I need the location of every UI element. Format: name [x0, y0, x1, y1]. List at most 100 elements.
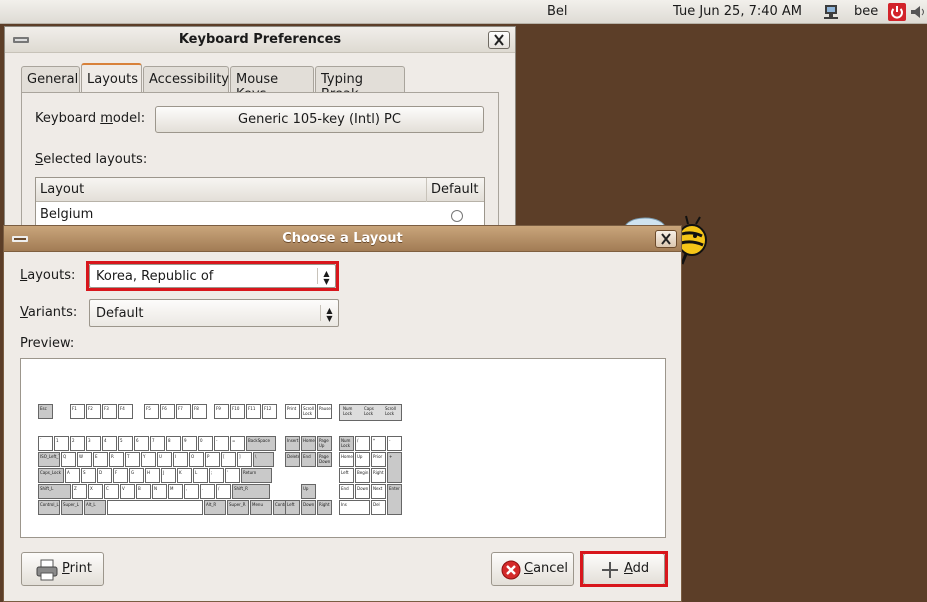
key: /	[216, 484, 231, 499]
key-nav: Home	[301, 436, 316, 451]
selected-layouts-label: Selected layouts:	[35, 152, 148, 167]
key-f2: F2	[86, 404, 101, 419]
key-numpad-enter: Enter	[387, 484, 402, 515]
key: -	[214, 436, 229, 451]
key: BackSpace	[246, 436, 276, 451]
key: ,	[184, 484, 199, 499]
key-numpad: -	[387, 436, 402, 451]
key-nav: End	[301, 452, 316, 467]
key-numpad-ins: Ins	[339, 500, 370, 515]
key: I	[173, 452, 188, 467]
key-f4: F4	[118, 404, 133, 419]
default-radio[interactable]	[451, 210, 463, 222]
printer-icon	[36, 559, 58, 581]
table-header: Layout Default	[36, 178, 484, 202]
choose-layout-titlebar[interactable]: Choose a Layout	[4, 226, 681, 252]
variants-combo[interactable]: Default ▲ ▼	[89, 299, 339, 327]
keyboard-preferences-titlebar[interactable]: Keyboard Preferences	[5, 27, 515, 53]
user-name[interactable]: bee	[854, 4, 878, 19]
network-icon[interactable]	[821, 2, 841, 22]
lock-indicators: Num Lock Caps Lock Scroll Lock	[339, 404, 402, 421]
keyboard-model-value: Generic 105-key (Intl) PC	[238, 112, 401, 127]
key-numpad-plus: +	[387, 452, 402, 483]
table-row[interactable]: Belgium	[36, 202, 484, 226]
key: Return	[241, 468, 272, 483]
key: 8	[166, 436, 181, 451]
key-numpad: Left	[339, 468, 354, 483]
key: J	[161, 468, 176, 483]
key-f10: F10	[230, 404, 245, 419]
key: 7	[150, 436, 165, 451]
tab-general[interactable]: General	[21, 66, 80, 92]
keyboard-preview-pane: Esc F1 F2 F3 F4 F5 F6 F7 F8 F9 F10 F11 F12 Print Scrol…	[20, 358, 666, 538]
key-numpad: Prior	[371, 452, 386, 467]
plus-icon	[602, 562, 618, 578]
key-arrow: Up	[301, 484, 316, 499]
clock[interactable]: Tue Jun 25, 7:40 AM	[673, 4, 802, 19]
key: Y	[141, 452, 156, 467]
key: B	[136, 484, 151, 499]
key: 0	[198, 436, 213, 451]
key: .	[200, 484, 215, 499]
key: G	[129, 468, 144, 483]
tab-accessibility[interactable]: Accessibility	[143, 66, 229, 92]
close-button[interactable]	[655, 230, 677, 248]
key: W	[77, 452, 92, 467]
key-f11: F11	[246, 404, 261, 419]
close-icon	[494, 34, 504, 46]
tab-typing-break[interactable]: Typing Break	[315, 66, 405, 102]
key: Caps_Lock	[38, 468, 64, 483]
column-header-default[interactable]: Default	[426, 178, 484, 202]
key: 4	[102, 436, 117, 451]
keyboard-model-button[interactable]: Generic 105-key (Intl) PC	[155, 106, 484, 133]
cancel-button[interactable]: Cancel	[491, 552, 574, 586]
print-label: Print	[62, 561, 92, 576]
key: Alt_R	[204, 500, 226, 515]
key: Q	[61, 452, 76, 467]
key: 2	[70, 436, 85, 451]
key: Z	[72, 484, 87, 499]
volume-icon[interactable]	[908, 2, 927, 22]
key-arrow: Down	[301, 500, 316, 515]
key: 6	[134, 436, 149, 451]
column-header-layout[interactable]: Layout	[40, 182, 426, 202]
key-numpad: Begin	[355, 468, 370, 483]
preview-label: Preview:	[20, 336, 75, 351]
tab-layouts[interactable]: Layouts	[81, 63, 142, 93]
row-layout-name: Belgium	[40, 207, 94, 222]
layouts-combo-value: Korea, Republic of	[96, 269, 214, 284]
key: Menu	[250, 500, 272, 515]
key-f5: F5	[144, 404, 159, 419]
close-button[interactable]	[488, 31, 510, 49]
key-sys: Scroll Lock	[301, 404, 316, 419]
key-sys: Pause	[317, 404, 332, 419]
cancel-label: Cancel	[524, 561, 569, 576]
print-button[interactable]: Print	[21, 552, 104, 586]
key-numpad-del: Del	[371, 500, 386, 515]
top-panel: Bel Tue Jun 25, 7:40 AM bee	[0, 0, 927, 24]
key: N	[152, 484, 167, 499]
key-f3: F3	[102, 404, 117, 419]
key: Alt_L	[84, 500, 106, 515]
key-f6: F6	[160, 404, 175, 419]
key-numpad: Num Lock	[339, 436, 354, 451]
layouts-combo[interactable]: Korea, Republic of ▲ ▼	[89, 264, 336, 288]
key: H	[145, 468, 160, 483]
key: 3	[86, 436, 101, 451]
indicator-label: Num Lock	[343, 406, 353, 416]
add-label: Add	[624, 561, 650, 576]
key-nav: Page Down	[317, 452, 332, 467]
variants-combo-value: Default	[96, 306, 144, 321]
key: F	[113, 468, 128, 483]
key: V	[120, 484, 135, 499]
dialog-title: Choose a Layout	[282, 231, 403, 246]
key: ISO_Left_Tab	[38, 452, 60, 467]
key: C	[104, 484, 119, 499]
power-icon[interactable]	[887, 2, 907, 22]
key-numpad: Down	[355, 484, 370, 499]
key-numpad: Home	[339, 452, 354, 467]
tab-mouse-keys[interactable]: Mouse Keys	[230, 66, 314, 102]
key-arrow: Left	[285, 500, 300, 515]
add-button[interactable]: Add	[583, 553, 665, 585]
window-list-item[interactable]: Bel	[547, 4, 568, 19]
